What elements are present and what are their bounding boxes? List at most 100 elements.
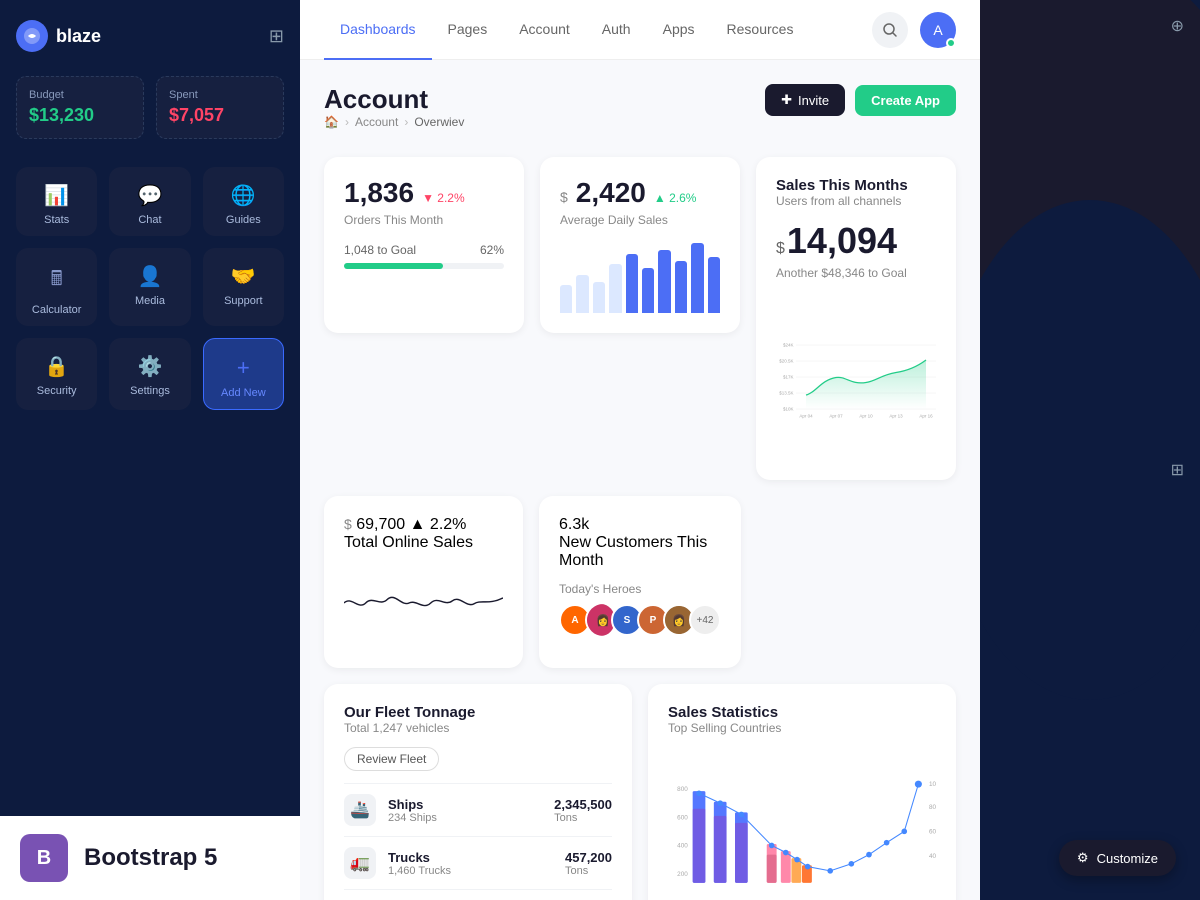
- sidebar: blaze ⊞ Budget $13,230 Spent $7,057 📊 St…: [0, 0, 300, 900]
- sidebar-item-stats[interactable]: 📊 Stats: [16, 167, 97, 236]
- sidebar-item-settings[interactable]: ⚙️ Settings: [109, 338, 190, 410]
- topnav-left: Dashboards Pages Account Auth Apps Resou…: [324, 0, 809, 60]
- breadcrumb-home: 🏠: [324, 115, 339, 129]
- sidebar-item-media[interactable]: 👤 Media: [109, 248, 190, 326]
- sales-month-value: 14,094: [787, 220, 897, 262]
- user-avatar[interactable]: A: [920, 12, 956, 48]
- content-area: Account 🏠 › Account › Overwiev ✚ Invite …: [300, 60, 980, 900]
- stats-row-2: $ 69,700 ▲ 2.2% Total Online Sales 6.3k …: [324, 496, 956, 668]
- create-app-button[interactable]: Create App: [855, 85, 956, 116]
- sidebar-item-security[interactable]: 🔒 Security: [16, 338, 97, 410]
- sidebar-item-label: Security: [37, 385, 77, 397]
- sidebar-item-label: Stats: [44, 214, 69, 226]
- bar-6: [642, 268, 654, 314]
- ships-sub: 234 Ships: [388, 812, 437, 824]
- support-icon: 🤝: [231, 264, 256, 289]
- sidebar-item-add-new[interactable]: + Add New: [203, 338, 284, 410]
- svg-text:100%: 100%: [929, 781, 936, 788]
- sales-month-card: Sales This Months Users from all channel…: [756, 157, 956, 480]
- topnav-item-auth[interactable]: Auth: [586, 0, 647, 60]
- budget-label: Budget: [29, 89, 131, 101]
- heroes-section: Today's Heroes A 👩 S P 👩 +42: [559, 582, 721, 636]
- bar-8: [675, 261, 687, 314]
- fleet-title: Our Fleet Tonnage: [344, 704, 612, 721]
- sales-month-title: Sales This Months: [776, 177, 936, 194]
- sidebar-item-support[interactable]: 🤝 Support: [203, 248, 284, 326]
- svg-text:$10K: $10K: [783, 407, 794, 412]
- fleet-item-trucks: 🚛 Trucks 1,460 Trucks 457,200 Tons: [344, 836, 612, 889]
- wavy-chart: [344, 568, 503, 648]
- topnav-item-dashboards[interactable]: Dashboards: [324, 0, 432, 60]
- svg-text:$24K: $24K: [783, 343, 794, 348]
- online-sales-label: Total Online Sales: [344, 534, 503, 552]
- page-header: Account 🏠 › Account › Overwiev ✚ Invite …: [324, 84, 956, 149]
- svg-text:400: 400: [677, 843, 688, 850]
- search-button[interactable]: [872, 12, 908, 48]
- hero-count: +42: [689, 604, 721, 636]
- bar-4: [609, 264, 621, 313]
- svg-text:200: 200: [677, 871, 688, 878]
- svg-text:Apr 04: Apr 04: [799, 414, 813, 419]
- bar-3: [593, 282, 605, 314]
- bootstrap-char: B: [37, 847, 51, 870]
- svg-text:800: 800: [677, 786, 688, 793]
- bar-2: [576, 275, 588, 314]
- rp-icon-1[interactable]: ⊕: [1171, 16, 1184, 36]
- trucks-value: 457,200: [565, 850, 612, 865]
- add-icon: +: [237, 355, 250, 381]
- topnav-right: A: [872, 12, 956, 48]
- svg-text:80%: 80%: [929, 804, 936, 811]
- topnav-item-apps[interactable]: Apps: [647, 0, 711, 60]
- budget-cards: Budget $13,230 Spent $7,057: [16, 76, 284, 139]
- svg-text:👩: 👩: [596, 614, 610, 627]
- customers-card: 6.3k New Customers This Month Today's He…: [539, 496, 741, 668]
- bootstrap-badge: B Bootstrap 5: [0, 816, 300, 900]
- sidebar-item-calculator[interactable]: 🖩 Calculator: [16, 248, 97, 326]
- ships-unit: Tons: [554, 812, 612, 824]
- topnav: Dashboards Pages Account Auth Apps Resou…: [300, 0, 980, 60]
- ships-name: Ships: [388, 797, 437, 812]
- bar-7: [658, 250, 670, 313]
- breadcrumb: 🏠 › Account › Overwiev: [324, 115, 464, 129]
- topnav-item-account[interactable]: Account: [503, 0, 586, 60]
- topnav-item-pages[interactable]: Pages: [432, 0, 504, 60]
- bar-1: [560, 285, 572, 313]
- trucks-name: Trucks: [388, 850, 451, 865]
- daily-sales-card: $ 2,420 ▲ 2.6% Average Daily Sales: [540, 157, 740, 333]
- fleet-subtitle: Total 1,247 vehicles: [344, 721, 612, 735]
- invite-button[interactable]: ✚ Invite: [765, 84, 845, 116]
- chat-icon: 💬: [138, 183, 163, 208]
- nav-grid: 📊 Stats 💬 Chat 🌐 Guides 🖩 Calculator 👤 M…: [16, 167, 284, 410]
- online-sales-change: ▲ 2.2%: [410, 516, 467, 533]
- svg-text:Apr 16: Apr 16: [919, 414, 933, 419]
- review-fleet-button[interactable]: Review Fleet: [344, 747, 439, 771]
- spent-value: $7,057: [169, 105, 271, 126]
- daily-sales-value: 2,420: [576, 177, 646, 209]
- security-icon: 🔒: [44, 354, 69, 379]
- online-badge: [946, 38, 956, 48]
- trucks-unit: Tons: [565, 865, 612, 877]
- rp-icon-2[interactable]: ⊞: [1171, 460, 1184, 480]
- svg-text:👩: 👩: [672, 614, 686, 627]
- bar-9: [691, 243, 703, 313]
- customize-icon: ⚙: [1077, 850, 1089, 866]
- fleet-item-planes: ✈️ Planes 8 Aircrafts 1,240 Tons: [344, 889, 612, 900]
- truck-icon: 🚛: [344, 847, 376, 879]
- third-row: Our Fleet Tonnage Total 1,247 vehicles R…: [324, 684, 956, 900]
- sales-stats-card: Sales Statistics Top Selling Countries 8…: [648, 684, 956, 900]
- right-panel-content: ⊕ ⊞: [980, 0, 1200, 504]
- customers-label: New Customers This Month: [559, 534, 721, 570]
- svg-text:$20.5K: $20.5K: [779, 359, 793, 364]
- topnav-item-resources[interactable]: Resources: [711, 0, 810, 60]
- menu-icon[interactable]: ⊞: [269, 26, 284, 47]
- sidebar-item-label: Add New: [221, 387, 266, 399]
- progress-fill: [344, 263, 443, 269]
- bar-5: [626, 254, 638, 314]
- sidebar-item-guides[interactable]: 🌐 Guides: [203, 167, 284, 236]
- sidebar-item-chat[interactable]: 💬 Chat: [109, 167, 190, 236]
- sales-stats-title: Sales Statistics: [668, 704, 936, 721]
- svg-text:$13.5K: $13.5K: [779, 391, 793, 396]
- sales-stats-subtitle: Top Selling Countries: [668, 721, 936, 735]
- customize-button[interactable]: ⚙ Customize: [1059, 840, 1176, 876]
- goal-text: 1,048 to Goal: [344, 243, 416, 257]
